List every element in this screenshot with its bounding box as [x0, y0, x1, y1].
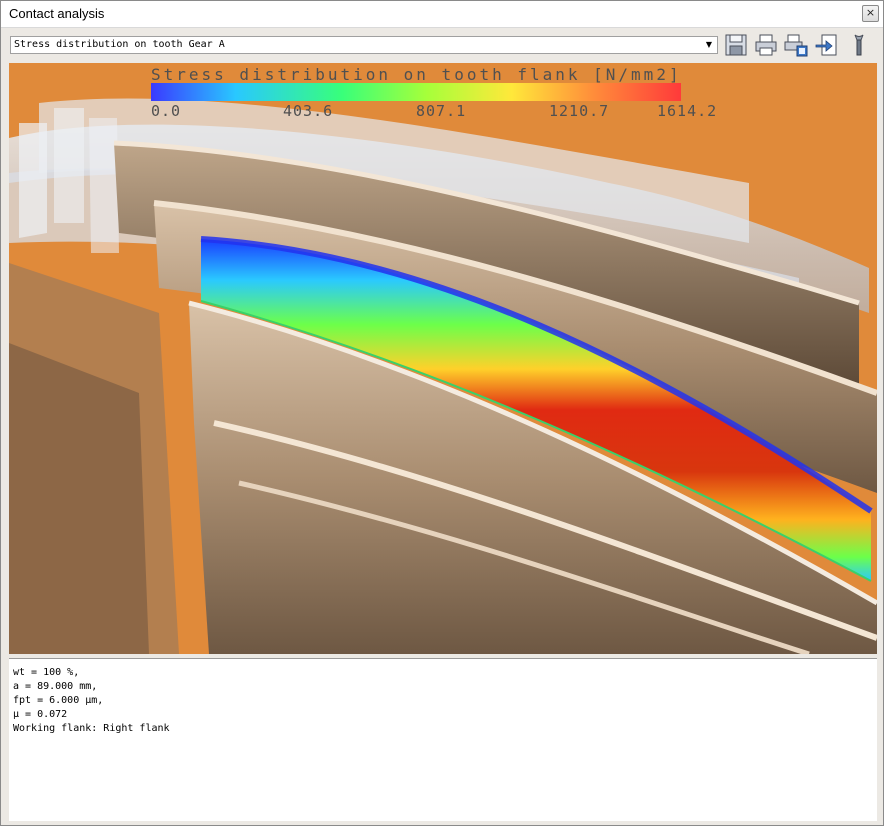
view-selector-dropdown[interactable]: Stress distribution on tooth Gear A ▼: [10, 36, 718, 54]
toolbar: Stress distribution on tooth Gear A ▼: [1, 28, 883, 62]
3d-viewport[interactable]: Stress distribution on tooth flank [N/mm…: [9, 63, 877, 654]
colorbar-tick-label: 1210.7: [549, 102, 609, 120]
colorbar-tick-label: 807.1: [416, 102, 466, 120]
colorbar-tick-label: 1614.2: [657, 102, 717, 120]
info-line-fpt: fpt = 6.000 µm,: [13, 695, 104, 706]
title-bar: Contact analysis ×: [1, 1, 883, 28]
gear-stress-plot: Stress distribution on tooth flank [N/mm…: [9, 63, 877, 654]
info-line-wt: wt = 100 %,: [13, 667, 80, 678]
selected-view-label: Stress distribution on tooth Gear A: [14, 39, 225, 50]
close-button[interactable]: ×: [862, 5, 879, 22]
print-preview-icon[interactable]: [783, 32, 809, 58]
colorbar-tick-label: 403.6: [283, 102, 333, 120]
info-line-working-flank: Working flank: Right flank: [13, 723, 170, 734]
print-icon[interactable]: [753, 32, 779, 58]
save-icon[interactable]: [723, 32, 749, 58]
info-line-a: a = 89.000 mm,: [13, 681, 98, 692]
legend-title: Stress distribution on tooth flank [N/mm…: [151, 65, 682, 84]
contact-analysis-window: Contact analysis × Stress distribution o…: [0, 0, 884, 826]
close-icon: ×: [865, 6, 876, 19]
colorbar-tick-label: 0.0: [151, 102, 181, 120]
result-info-panel: wt = 100 %, a = 89.000 mm, fpt = 6.000 µ…: [9, 658, 877, 821]
settings-wrench-icon[interactable]: [846, 32, 872, 58]
dropdown-arrow-icon[interactable]: ▼: [703, 39, 715, 51]
window-title: Contact analysis: [9, 6, 105, 21]
export-icon[interactable]: [813, 32, 839, 58]
colorbar: [151, 83, 681, 101]
info-line-mu: µ = 0.072: [13, 709, 68, 720]
